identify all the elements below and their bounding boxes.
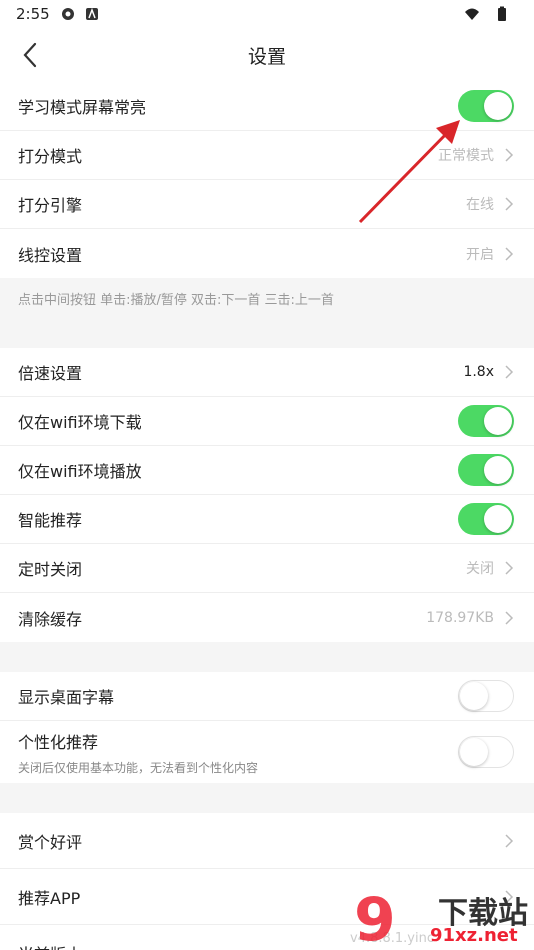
setting-value: 在线 bbox=[466, 197, 494, 213]
setting-row-wifi-download: 仅在wifi环境下载 bbox=[0, 397, 534, 446]
setting-label: 仅在wifi环境下载 bbox=[18, 413, 142, 432]
chevron-right-icon bbox=[505, 365, 514, 379]
chevron-right-icon bbox=[505, 197, 514, 211]
back-arrow-icon[interactable] bbox=[20, 41, 42, 69]
personalized-toggle[interactable] bbox=[458, 736, 514, 768]
setting-label: 定时关闭 bbox=[18, 560, 83, 579]
setting-label: 倍速设置 bbox=[18, 364, 83, 383]
status-bar: 2:55 bbox=[0, 0, 534, 28]
setting-sublabel: 关闭后仅使用基本功能，无法看到个性化内容 bbox=[18, 760, 259, 775]
setting-label: 个性化推荐 bbox=[18, 732, 99, 752]
chevron-right-icon bbox=[505, 561, 514, 575]
chevron-right-icon bbox=[505, 148, 514, 162]
setting-label: 线控设置 bbox=[18, 245, 83, 265]
settings-gear-icon bbox=[61, 8, 74, 20]
setting-label: 仅在wifi环境播放 bbox=[18, 462, 142, 481]
setting-row-timer-off[interactable]: 定时关闭 关闭 bbox=[0, 544, 534, 593]
setting-row-wifi-play: 仅在wifi环境播放 bbox=[0, 446, 534, 495]
setting-label: 清除缓存 bbox=[18, 609, 83, 629]
setting-row-clear-cache[interactable]: 清除缓存 178.97KB bbox=[0, 593, 534, 642]
settings-group-display: 显示桌面字幕 个性化推荐 关闭后仅使用基本功能，无法看到个性化内容 bbox=[0, 672, 534, 783]
wire-control-hint: 点击中间按钮 单击:播放/暂停 双击:下一首 三击:上一首 bbox=[0, 278, 534, 318]
setting-row-wire-control[interactable]: 线控设置 开启 bbox=[0, 229, 534, 278]
app-notification-icon bbox=[85, 7, 98, 20]
header: 设置 bbox=[0, 28, 534, 82]
setting-label: 智能推荐 bbox=[18, 511, 83, 530]
chevron-right-icon bbox=[505, 833, 514, 848]
status-time: 2:55 bbox=[16, 5, 50, 23]
setting-value: 关闭 bbox=[466, 561, 494, 577]
wifi-download-toggle[interactable] bbox=[458, 405, 514, 437]
watermark-site: 91xz.net bbox=[430, 925, 518, 946]
setting-row-desktop-lyrics: 显示桌面字幕 bbox=[0, 672, 534, 721]
wifi-icon bbox=[465, 8, 479, 20]
setting-label: 推荐APP bbox=[18, 888, 81, 908]
settings-group-learning: 学习模式屏幕常亮 打分模式 正常模式 打分引擎 在线 线控设置 开启 bbox=[0, 82, 534, 278]
settings-group-playback: 倍速设置 1.8x 仅在wifi环境下载 仅在wifi环境播放 智能推荐 定时关… bbox=[0, 348, 534, 642]
setting-value: 1.8x bbox=[463, 364, 494, 380]
setting-label: 打分模式 bbox=[18, 147, 83, 166]
screen-on-toggle[interactable] bbox=[458, 90, 514, 122]
setting-value: 开启 bbox=[466, 246, 494, 263]
setting-row-screen-on: 学习模式屏幕常亮 bbox=[0, 82, 534, 131]
setting-value: 正常模式 bbox=[438, 148, 494, 164]
chevron-right-icon bbox=[505, 610, 514, 625]
setting-row-personalized: 个性化推荐 关闭后仅使用基本功能，无法看到个性化内容 bbox=[0, 721, 534, 783]
desktop-lyrics-toggle[interactable] bbox=[458, 680, 514, 712]
setting-row-smart-recommend: 智能推荐 bbox=[0, 495, 534, 544]
setting-label: 赏个好评 bbox=[18, 832, 83, 852]
setting-label: 打分引擎 bbox=[18, 196, 83, 215]
version-value: v4.8.8.1.yinc bbox=[350, 931, 434, 946]
setting-label: 学习模式屏幕常亮 bbox=[18, 98, 147, 117]
battery-icon bbox=[498, 6, 506, 21]
setting-label: 显示桌面字幕 bbox=[18, 688, 115, 707]
smart-recommend-toggle[interactable] bbox=[458, 503, 514, 535]
chevron-right-icon bbox=[505, 246, 514, 261]
setting-value: 178.97KB bbox=[426, 609, 494, 626]
setting-row-rate[interactable]: 赏个好评 bbox=[0, 813, 534, 869]
setting-row-score-engine[interactable]: 打分引擎 在线 bbox=[0, 180, 534, 229]
wifi-play-toggle[interactable] bbox=[458, 454, 514, 486]
setting-row-score-mode[interactable]: 打分模式 正常模式 bbox=[0, 131, 534, 180]
setting-row-speed[interactable]: 倍速设置 1.8x bbox=[0, 348, 534, 397]
page-title: 设置 bbox=[247, 45, 286, 68]
